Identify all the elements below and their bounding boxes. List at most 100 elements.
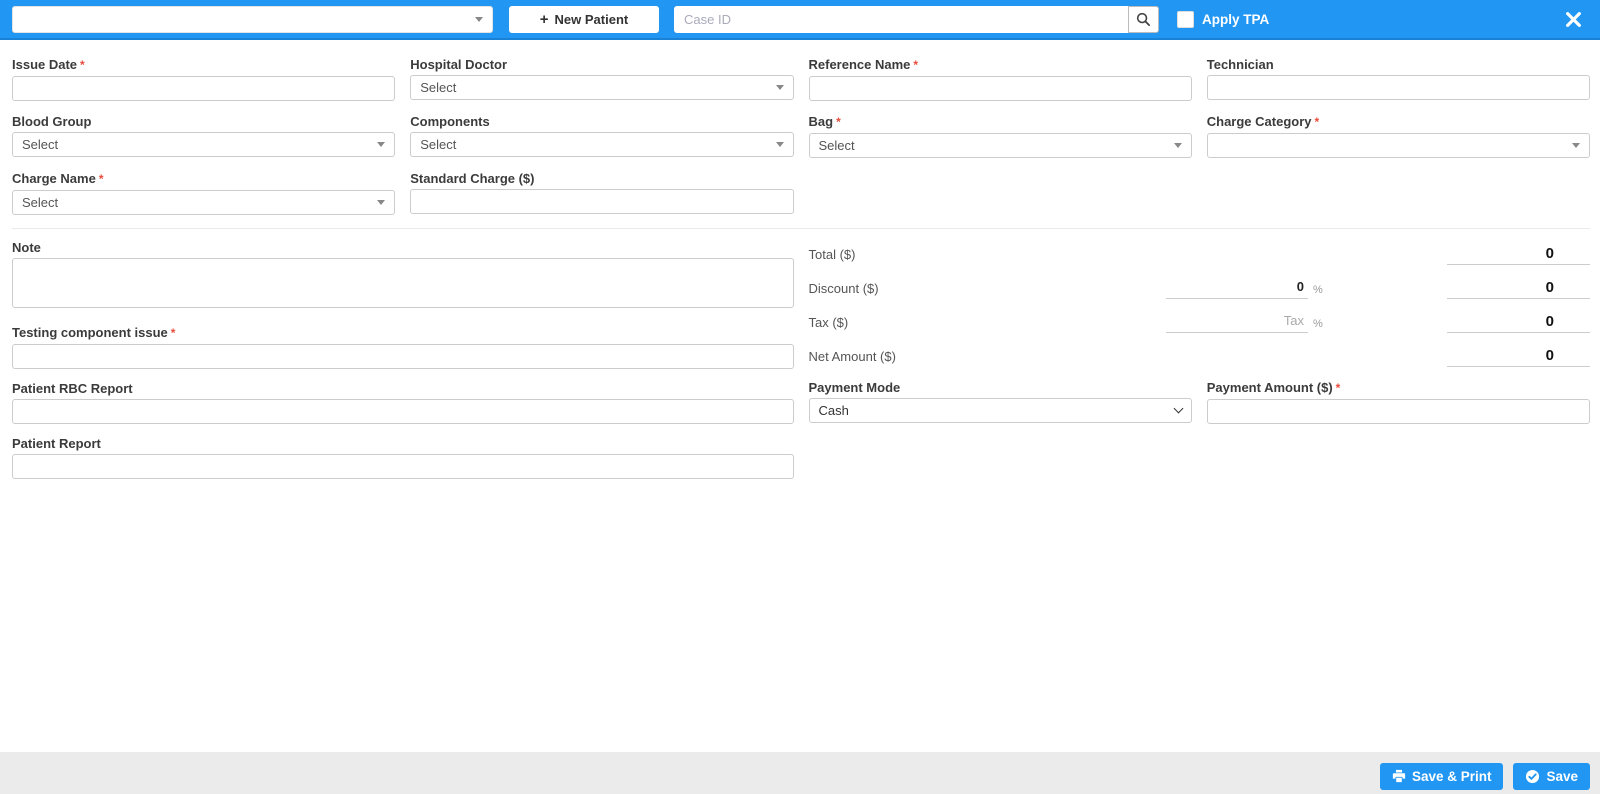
tax-label: Tax ($) bbox=[809, 315, 1167, 333]
section-divider bbox=[12, 228, 1590, 229]
select-value: Select bbox=[420, 137, 456, 152]
required-asterisk: * bbox=[99, 172, 104, 186]
tax-value: 0 bbox=[1447, 312, 1590, 333]
left-column: Note Testing component issue* Patient RB… bbox=[12, 240, 794, 491]
charge-category-label: Charge Category* bbox=[1207, 114, 1590, 130]
net-amount-label: Net Amount ($) bbox=[809, 349, 1167, 367]
patient-report-label: Patient Report bbox=[12, 436, 794, 451]
testing-component-issue-field: Testing component issue* bbox=[12, 325, 794, 369]
payment-row: Payment Mode Cash Payment Amount ($)* bbox=[809, 380, 1591, 424]
patient-rbc-report-label: Patient RBC Report bbox=[12, 381, 794, 396]
payment-amount-label: Payment Amount ($)* bbox=[1207, 380, 1590, 396]
save-button[interactable]: Save bbox=[1513, 763, 1590, 790]
issue-blood-modal: + New Patient Apply TPA Issue D bbox=[0, 0, 1600, 794]
technician-field: Technician bbox=[1207, 57, 1590, 101]
required-asterisk: * bbox=[913, 58, 918, 72]
hospital-doctor-label: Hospital Doctor bbox=[410, 57, 793, 72]
modal-footer: Save & Print Save bbox=[0, 752, 1600, 794]
patient-report-input[interactable] bbox=[12, 454, 794, 479]
note-field: Note bbox=[12, 240, 794, 313]
apply-tpa-label: Apply TPA bbox=[1202, 12, 1269, 27]
search-button[interactable] bbox=[1128, 6, 1159, 33]
patient-rbc-report-input[interactable] bbox=[12, 399, 794, 424]
charge-category-select[interactable] bbox=[1207, 133, 1590, 158]
form-row-1: Issue Date* Hospital Doctor Select Refer… bbox=[12, 57, 1590, 101]
payment-mode-value: Cash bbox=[819, 403, 849, 418]
total-value: 0 bbox=[1447, 244, 1590, 265]
form-body: Issue Date* Hospital Doctor Select Refer… bbox=[0, 40, 1600, 491]
standard-charge-input[interactable] bbox=[410, 189, 793, 214]
apply-tpa-checkbox[interactable] bbox=[1177, 11, 1194, 28]
discount-row: Discount ($) % 0 bbox=[809, 278, 1591, 299]
form-row-2: Blood Group Select Components Select Bag… bbox=[12, 114, 1590, 158]
modal-header: + New Patient Apply TPA bbox=[0, 0, 1600, 40]
charge-name-select[interactable]: Select bbox=[12, 190, 395, 215]
bag-label: Bag* bbox=[809, 114, 1192, 130]
new-patient-label: New Patient bbox=[555, 12, 629, 27]
required-asterisk: * bbox=[1315, 115, 1320, 129]
charge-name-label: Charge Name* bbox=[12, 171, 395, 187]
technician-label: Technician bbox=[1207, 57, 1590, 72]
payment-amount-input[interactable] bbox=[1207, 399, 1590, 424]
percent-suffix: % bbox=[1308, 318, 1330, 333]
patient-report-field: Patient Report bbox=[12, 436, 794, 479]
save-and-print-button[interactable]: Save & Print bbox=[1380, 763, 1504, 790]
patient-rbc-report-field: Patient RBC Report bbox=[12, 381, 794, 424]
chevron-down-icon bbox=[1572, 143, 1580, 148]
select-value: Select bbox=[22, 195, 58, 210]
search-icon bbox=[1136, 12, 1151, 27]
apply-tpa-group: Apply TPA bbox=[1177, 11, 1269, 28]
hospital-doctor-select[interactable]: Select bbox=[410, 75, 793, 100]
required-asterisk: * bbox=[171, 326, 176, 340]
testing-component-issue-input[interactable] bbox=[12, 344, 794, 369]
technician-input[interactable] bbox=[1207, 75, 1590, 100]
chevron-down-icon bbox=[776, 85, 784, 90]
blood-group-field: Blood Group Select bbox=[12, 114, 395, 158]
net-amount-value: 0 bbox=[1447, 346, 1590, 367]
case-id-search-group bbox=[674, 6, 1159, 33]
case-id-input[interactable] bbox=[674, 6, 1128, 33]
standard-charge-field: Standard Charge ($) bbox=[410, 171, 793, 215]
new-patient-button[interactable]: + New Patient bbox=[509, 6, 659, 33]
issue-date-field: Issue Date* bbox=[12, 57, 395, 101]
chevron-down-icon bbox=[377, 200, 385, 205]
required-asterisk: * bbox=[836, 115, 841, 129]
totals-table: Total ($) 0 Discount ($) % 0 bbox=[809, 244, 1591, 367]
blood-group-select[interactable]: Select bbox=[12, 132, 395, 157]
chevron-down-icon bbox=[1173, 404, 1183, 414]
discount-label: Discount ($) bbox=[809, 281, 1167, 299]
discount-value: 0 bbox=[1447, 278, 1590, 299]
select-value: Select bbox=[819, 138, 855, 153]
patient-select[interactable] bbox=[12, 6, 493, 33]
payment-mode-select[interactable]: Cash bbox=[809, 398, 1192, 423]
note-textarea[interactable] bbox=[12, 258, 794, 308]
percent-suffix: % bbox=[1308, 284, 1330, 299]
chevron-down-icon bbox=[776, 142, 784, 147]
components-select[interactable]: Select bbox=[410, 132, 793, 157]
bag-field: Bag* Select bbox=[809, 114, 1192, 158]
bag-select[interactable]: Select bbox=[809, 133, 1192, 158]
check-circle-icon bbox=[1525, 769, 1540, 784]
testing-component-issue-label: Testing component issue* bbox=[12, 325, 794, 341]
net-amount-row: Net Amount ($) 0 bbox=[809, 346, 1591, 367]
save-and-print-label: Save & Print bbox=[1412, 769, 1492, 784]
close-icon bbox=[1565, 11, 1582, 28]
issue-date-label: Issue Date* bbox=[12, 57, 395, 73]
payment-amount-field: Payment Amount ($)* bbox=[1207, 380, 1590, 424]
reference-name-label: Reference Name* bbox=[809, 57, 1192, 73]
form-row-3: Charge Name* Select Standard Charge ($) bbox=[12, 171, 1590, 215]
issue-date-input[interactable] bbox=[12, 76, 395, 101]
total-label: Total ($) bbox=[809, 247, 1167, 265]
discount-percent-input[interactable] bbox=[1166, 278, 1308, 299]
payment-mode-field: Payment Mode Cash bbox=[809, 380, 1192, 424]
required-asterisk: * bbox=[1336, 381, 1341, 395]
tax-percent-input[interactable] bbox=[1166, 312, 1308, 333]
components-label: Components bbox=[410, 114, 793, 129]
chevron-down-icon bbox=[377, 142, 385, 147]
bottom-area: Note Testing component issue* Patient RB… bbox=[12, 240, 1590, 491]
charge-category-field: Charge Category* bbox=[1207, 114, 1590, 158]
close-button[interactable] bbox=[1561, 7, 1586, 32]
note-label: Note bbox=[12, 240, 794, 255]
select-value: Select bbox=[420, 80, 456, 95]
reference-name-input[interactable] bbox=[809, 76, 1192, 101]
